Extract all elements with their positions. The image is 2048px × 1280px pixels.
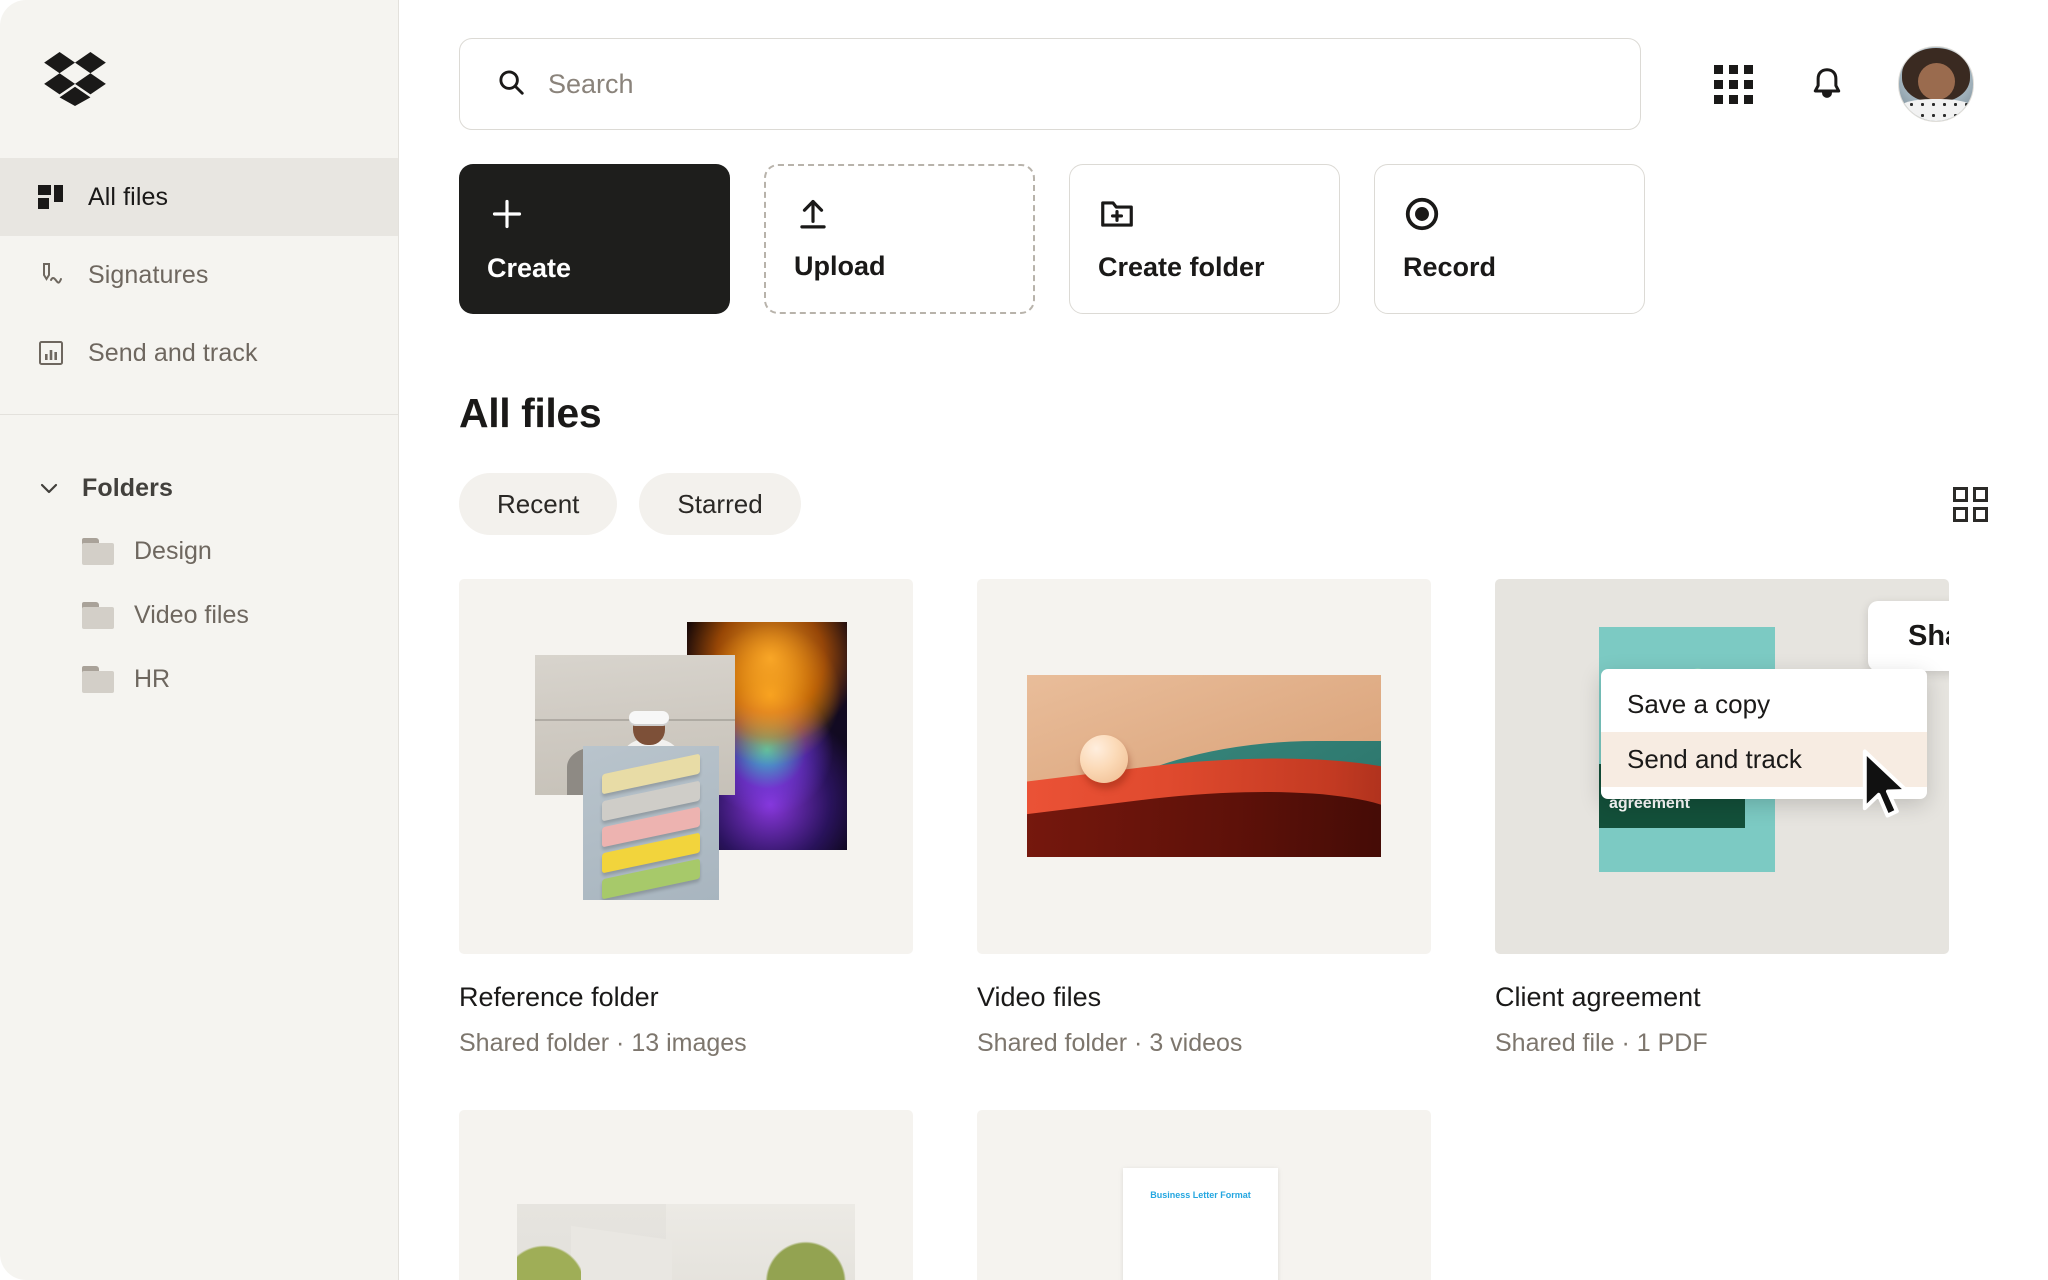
topbar-icons (1710, 46, 1988, 122)
bell-icon[interactable] (1804, 61, 1850, 107)
dropbox-logo[interactable] (0, 0, 398, 158)
sidebar-folder-design[interactable]: Design (0, 519, 398, 583)
file-card-name: Video files (977, 982, 1102, 1012)
folders-section-toggle[interactable]: Folders (0, 457, 398, 519)
create-folder-button-label: Create folder (1098, 252, 1265, 282)
section-header: All files (399, 314, 2048, 437)
search-input[interactable]: Search (459, 38, 1641, 130)
file-card-meta: Shared file · 1 PDF (1495, 1029, 1708, 1057)
file-card-meta: Shared folder · 3 videos (977, 1029, 1243, 1057)
file-card-architecture[interactable] (459, 1110, 913, 1280)
stacked-layers-render (583, 746, 719, 900)
menu-item-send-and-track[interactable]: Send and track (1601, 732, 1927, 787)
upload-button[interactable]: Upload (764, 164, 1035, 314)
sidebar: All files Signatures Send and track Fold… (0, 0, 399, 1280)
business-letter-document: Business Letter Format (977, 1110, 1431, 1280)
folder-label: HR (134, 664, 171, 693)
apps-grid-icon[interactable] (1710, 61, 1756, 107)
create-button[interactable]: Create (459, 164, 730, 314)
sidebar-item-label: All files (88, 182, 169, 211)
file-card-name: Reference folder (459, 982, 659, 1012)
all-files-icon (36, 182, 66, 212)
filter-chip-label: Starred (677, 488, 763, 519)
filter-chip-recent[interactable]: Recent (459, 473, 618, 535)
folder-icon (82, 601, 114, 629)
menu-item-label: Send and track (1627, 744, 1802, 774)
menu-item-label: Save a copy (1627, 689, 1771, 719)
action-buttons-row: Create Upload Create folder Record (399, 130, 2048, 314)
sidebar-folder-hr[interactable]: HR (0, 647, 398, 711)
file-card-meta: Shared folder · 13 images (459, 1029, 747, 1057)
sidebar-item-all-files[interactable]: All files (0, 158, 398, 236)
dropbox-logo-icon (44, 52, 106, 106)
folder-icon (82, 537, 114, 565)
wave-artwork (1027, 675, 1381, 857)
letter-document-preview: Business Letter Format (1123, 1168, 1278, 1280)
upload-arrow-icon (794, 196, 1005, 242)
mediterranean-architecture-photo (459, 1110, 913, 1280)
architecture-artwork (517, 1204, 855, 1280)
record-button[interactable]: Record (1374, 164, 1645, 314)
share-button-label: Share (1908, 619, 1949, 652)
document-preview-title: Business Letter Format (1150, 1190, 1251, 1200)
page-title: All files (459, 390, 602, 436)
sidebar-folders-section: Folders Design Video files HR (0, 415, 398, 711)
record-button-label: Record (1403, 252, 1497, 282)
sidebar-item-label: Send and track (88, 338, 258, 367)
topbar: Search (399, 0, 2048, 130)
sidebar-item-send-and-track[interactable]: Send and track (0, 314, 398, 392)
upload-button-label: Upload (794, 251, 886, 281)
filter-chip-label: Recent (497, 488, 580, 519)
share-button[interactable]: Share (1868, 601, 1949, 671)
share-control: Share (1868, 601, 1949, 671)
file-card-placeholder (1495, 1110, 1949, 1280)
sidebar-folder-video-files[interactable]: Video files (0, 583, 398, 647)
grid-view-icon[interactable] (1953, 486, 1988, 522)
sidebar-item-signatures[interactable]: Signatures (0, 236, 398, 314)
share-context-menu: Save a copy Send and track (1601, 669, 1927, 799)
search-placeholder: Search (548, 68, 634, 99)
create-folder-button[interactable]: Create folder (1069, 164, 1340, 314)
file-grid: Reference folder Shared folder · 13 imag… (399, 535, 2048, 1058)
folder-label: Video files (134, 600, 249, 629)
file-card-client-agreement[interactable]: Client agreement Share (1495, 579, 1949, 1058)
reference-images-collage (459, 579, 913, 954)
folder-plus-icon (1098, 195, 1311, 241)
main-content: Search Create Upload Create folder Recor… (399, 0, 2048, 1280)
avatar[interactable] (1898, 46, 1974, 122)
menu-item-save-a-copy[interactable]: Save a copy (1601, 677, 1927, 732)
search-icon (496, 67, 526, 102)
chevron-down-icon (36, 475, 62, 501)
abstract-wave-gradient (977, 579, 1431, 954)
sidebar-item-label: Signatures (88, 260, 209, 289)
folder-icon (82, 665, 114, 693)
folder-label: Design (134, 536, 212, 565)
folders-section-label: Folders (82, 473, 173, 502)
filter-chip-starred[interactable]: Starred (639, 473, 801, 535)
create-button-label: Create (487, 253, 572, 283)
file-grid-row-2: Business Letter Format (399, 1058, 2048, 1280)
filter-row: Recent Starred (399, 437, 2048, 535)
record-circle-icon (1403, 195, 1616, 241)
file-card-name: Client agreement (1495, 982, 1701, 1012)
sidebar-primary-nav: All files Signatures Send and track (0, 158, 398, 415)
file-card-business-letter[interactable]: Business Letter Format (977, 1110, 1431, 1280)
signature-pen-icon (36, 260, 66, 290)
send-and-track-chart-icon (36, 338, 66, 368)
file-card-reference-folder[interactable]: Reference folder Shared folder · 13 imag… (459, 579, 913, 1058)
dropbox-app-window: All files Signatures Send and track Fold… (0, 0, 2048, 1280)
client-agreement-pdf-cover: Client agreement Share (1495, 579, 1949, 954)
plus-icon (487, 194, 702, 240)
file-card-video-files[interactable]: Video files Shared folder · 3 videos (977, 579, 1431, 1058)
